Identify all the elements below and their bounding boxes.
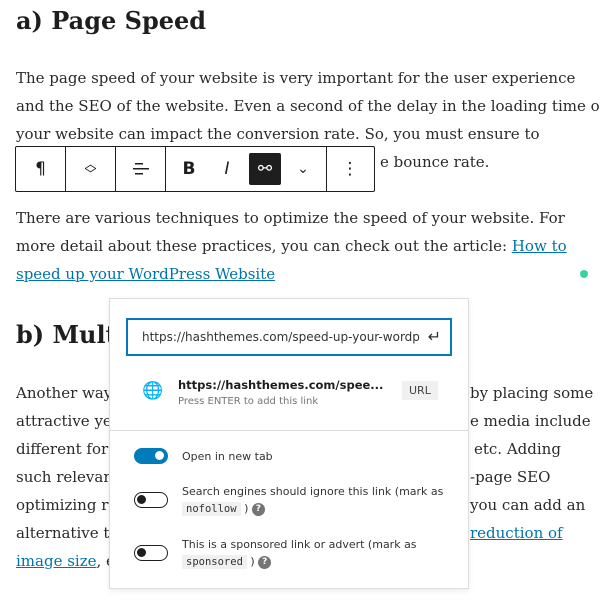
- reduction-link[interactable]: reduction of: [470, 524, 563, 542]
- link-button[interactable]: ⚯: [249, 153, 281, 185]
- move-up-down-button[interactable]: ︿ ﹀: [66, 147, 115, 191]
- article-link[interactable]: How to: [512, 237, 567, 255]
- nofollow-label: Search engines should ignore this link (…: [182, 485, 444, 516]
- text-line: optimizing r: [16, 496, 109, 514]
- bold-button[interactable]: B: [170, 147, 208, 191]
- text-line: e bounce rate.: [380, 153, 490, 171]
- suggestion-title: https://hashthemes.com/spee...: [178, 378, 384, 392]
- globe-icon: 🌐: [142, 381, 164, 401]
- link-icon: ⚯: [257, 159, 273, 179]
- sponsored-label: This is a sponsored link or advert (mark…: [182, 538, 417, 569]
- text-line: -page SEO: [470, 468, 551, 486]
- suggestion-type-badge: URL: [402, 381, 438, 400]
- options-button[interactable]: ⋮: [327, 147, 373, 191]
- align-button[interactable]: [116, 147, 165, 191]
- text-line: more detail about these practices, you c…: [16, 237, 512, 255]
- text-line: attractive ye: [16, 412, 112, 430]
- text-line: etc. Adding: [474, 440, 561, 458]
- heading-mult: b) Mult: [16, 320, 117, 349]
- sponsored-toggle[interactable]: [134, 545, 168, 561]
- url-input[interactable]: https://hashthemes.com/speed-up-your-wor…: [126, 318, 452, 356]
- text-line: by placing some: [470, 384, 594, 402]
- url-input-value: https://hashthemes.com/speed-up-your-wor…: [142, 330, 420, 344]
- text-line: and the SEO of the website. Even a secon…: [16, 97, 600, 115]
- text-line: different for: [16, 440, 109, 458]
- sponsored-code: sponsored: [182, 555, 247, 569]
- text-line: Another way: [16, 384, 113, 402]
- text-line: alternative t: [16, 524, 110, 542]
- italic-button[interactable]: I: [208, 147, 246, 191]
- more-formats-chevron-icon[interactable]: ⌄: [284, 147, 322, 191]
- image-size-link[interactable]: image size: [16, 552, 97, 570]
- help-icon[interactable]: ?: [251, 502, 265, 516]
- paragraph-icon[interactable]: ¶: [16, 147, 65, 191]
- heading-page-speed: a) Page Speed: [16, 6, 207, 35]
- enter-icon[interactable]: ↵: [428, 319, 441, 355]
- text-line: your website can impact the conversion r…: [16, 125, 540, 143]
- text-line: such relevan: [16, 468, 113, 486]
- text-line: you can add an: [470, 496, 586, 514]
- status-dot: [580, 270, 588, 278]
- open-new-tab-label: Open in new tab: [182, 450, 273, 463]
- divider: [110, 430, 468, 431]
- article-link[interactable]: speed up your WordPress Website: [16, 265, 275, 283]
- text-line: The page speed of your website is very i…: [16, 69, 576, 87]
- nofollow-toggle[interactable]: [134, 492, 168, 508]
- nofollow-code: nofollow: [182, 502, 241, 516]
- link-popover: https://hashthemes.com/speed-up-your-wor…: [109, 298, 469, 589]
- block-toolbar: ¶ ︿ ﹀ B I ⚯ ⌄ ⋮: [15, 146, 375, 192]
- help-icon[interactable]: ?: [258, 555, 272, 569]
- align-icon: [132, 163, 149, 175]
- text-line: e media include: [470, 412, 591, 430]
- chevron-down-icon: ﹀: [84, 167, 97, 181]
- suggestion-hint: Press ENTER to add this link: [178, 396, 319, 407]
- link-suggestion[interactable]: 🌐 https://hashthemes.com/spee... Press E…: [140, 377, 440, 411]
- text-line: There are various techniques to optimize…: [16, 209, 565, 227]
- open-new-tab-toggle[interactable]: [134, 448, 168, 464]
